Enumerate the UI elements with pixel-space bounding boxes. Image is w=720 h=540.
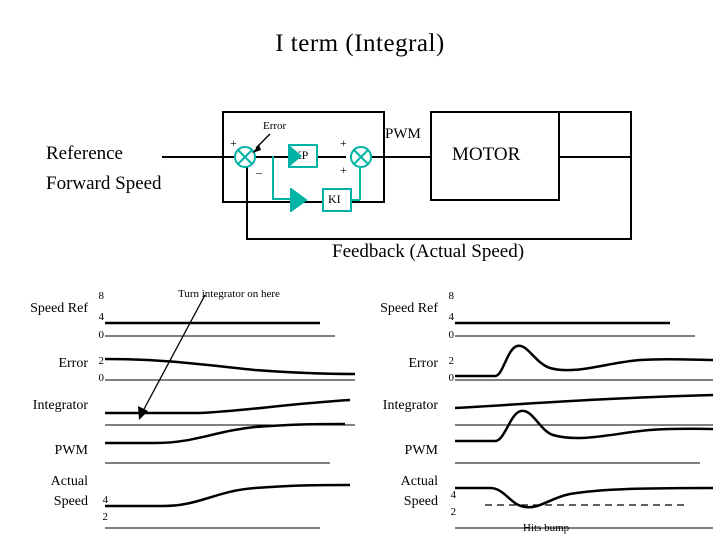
ki-to-summer2-line [359, 168, 361, 200]
kp-to-summer2-line [318, 156, 346, 158]
feedback-line-bottom [246, 238, 632, 240]
summer-1-plus: + [230, 136, 237, 150]
left-tick-speedref-0: 0 [98, 329, 105, 341]
pwm-line [372, 156, 430, 158]
ki-label: KI [328, 192, 341, 206]
feedback-line-left [246, 160, 248, 239]
summer-1-minus: _ [256, 161, 262, 175]
left-tick-error-0: 0 [98, 372, 105, 384]
left-row-label-speed-ref: Speed Ref [30, 301, 88, 316]
left-row-label-actual-line2: Speed [53, 494, 88, 509]
feedback-label: Feedback (Actual Speed) [332, 241, 525, 262]
right-row-label-actual-line1: Actual [400, 474, 438, 489]
left-tick-error-2: 2 [98, 355, 105, 367]
ki-gain-triangle-icon [290, 188, 308, 212]
left-chart-traces [105, 294, 355, 529]
left-row-label-actual-line1: Actual [50, 474, 88, 489]
right-tick-error-0: 0 [448, 372, 455, 384]
ki-branch-down-line [272, 156, 274, 200]
pwm-label: PWM [385, 126, 421, 142]
left-row-label-error: Error [58, 356, 88, 371]
right-chart-traces [455, 321, 714, 529]
error-label: Error [263, 120, 287, 132]
right-row-label-integrator: Integrator [382, 398, 438, 413]
reference-label-line2: Forward Speed [46, 173, 162, 194]
left-row-label-pwm: PWM [54, 443, 88, 458]
right-row-label-pwm: PWM [404, 443, 438, 458]
right-tick-speedref-8: 8 [448, 290, 455, 302]
right-tick-speedref-4: 4 [448, 311, 455, 323]
right-tick-error-2: 2 [448, 355, 455, 367]
kp-gain-triangle-icon [289, 145, 302, 167]
right-row-label-speed-ref: Speed Ref [380, 301, 438, 316]
summer-2-icon [350, 146, 372, 168]
error-arrow-icon [252, 133, 271, 153]
right-tick-actual-2: 2 [450, 506, 457, 518]
left-tick-speedref-4: 4 [98, 311, 105, 323]
motor-output-line [560, 156, 632, 158]
reference-label-line1: Reference [46, 143, 123, 164]
reference-input-line [162, 156, 234, 158]
right-row-label-actual-line2: Speed [403, 494, 438, 509]
left-row-label-integrator: Integrator [32, 398, 88, 413]
page-title: I term (Integral) [275, 30, 445, 57]
slide-root: I term (Integral) MOTOR Reference Forwar… [0, 0, 720, 540]
right-tick-actual-4: 4 [450, 489, 457, 501]
summer-2-plus-bottom: + [340, 163, 347, 177]
right-tick-speedref-0: 0 [448, 329, 455, 341]
left-tick-speedref-8: 8 [98, 290, 105, 302]
summer-2-plus-top: + [340, 136, 347, 150]
feedback-line-right [630, 113, 632, 240]
motor-label: MOTOR [452, 144, 521, 165]
right-row-label-error: Error [408, 356, 438, 371]
